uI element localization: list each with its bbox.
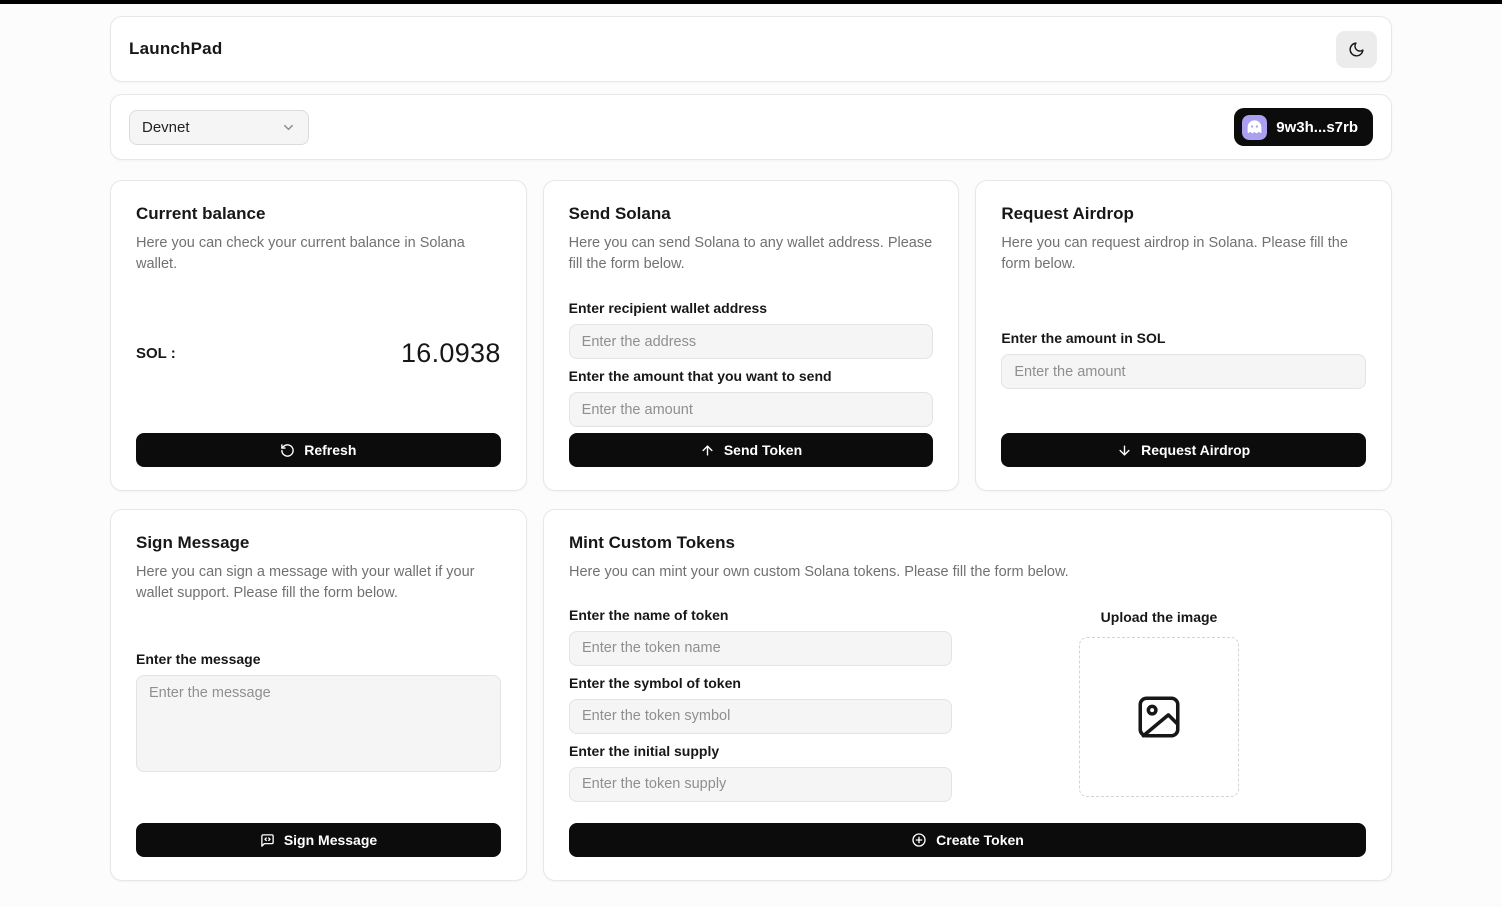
arrow-up-icon xyxy=(700,443,715,458)
sign-message-button-label: Sign Message xyxy=(284,832,377,848)
network-select-value: Devnet xyxy=(142,119,190,136)
refresh-button[interactable]: Refresh xyxy=(136,433,501,467)
upload-image-label: Upload the image xyxy=(1101,609,1218,625)
chevron-down-icon xyxy=(281,120,296,135)
send-amount-input[interactable] xyxy=(569,392,934,427)
sign-message-title: Sign Message xyxy=(136,533,501,553)
sign-message-description: Here you can sign a message with your wa… xyxy=(136,562,501,603)
mint-form-fields: Enter the name of token Enter the symbol… xyxy=(569,607,952,802)
theme-toggle-button[interactable] xyxy=(1336,31,1377,68)
plus-circle-icon xyxy=(911,832,927,848)
create-token-button[interactable]: Create Token xyxy=(569,823,1366,857)
request-airdrop-card: Request Airdrop Here you can request air… xyxy=(975,180,1392,491)
phantom-wallet-icon xyxy=(1242,115,1267,140)
send-token-button-label: Send Token xyxy=(724,442,802,458)
wallet-address: 9w3h...s7rb xyxy=(1276,119,1358,136)
recipient-address-label: Enter recipient wallet address xyxy=(569,300,934,316)
token-supply-label: Enter the initial supply xyxy=(569,743,952,759)
token-symbol-label: Enter the symbol of token xyxy=(569,675,952,691)
request-airdrop-button[interactable]: Request Airdrop xyxy=(1001,433,1366,467)
arrow-down-icon xyxy=(1117,443,1132,458)
airdrop-amount-label: Enter the amount in SOL xyxy=(1001,330,1366,346)
token-supply-input[interactable] xyxy=(569,767,952,802)
request-airdrop-title: Request Airdrop xyxy=(1001,204,1366,224)
mint-tokens-card: Mint Custom Tokens Here you can mint you… xyxy=(543,509,1392,881)
page-container: LaunchPad Devnet xyxy=(110,16,1392,881)
create-token-button-label: Create Token xyxy=(936,832,1024,848)
moon-icon xyxy=(1348,41,1365,58)
message-label: Enter the message xyxy=(136,651,501,667)
mint-tokens-description: Here you can mint your own custom Solana… xyxy=(569,562,1366,583)
sign-message-button[interactable]: Sign Message xyxy=(136,823,501,857)
mint-tokens-title: Mint Custom Tokens xyxy=(569,533,1366,553)
send-solana-title: Send Solana xyxy=(569,204,934,224)
airdrop-amount-input[interactable] xyxy=(1001,354,1366,389)
send-solana-card: Send Solana Here you can send Solana to … xyxy=(543,180,960,491)
header: LaunchPad xyxy=(110,16,1392,82)
upload-section: Upload the image xyxy=(952,607,1366,797)
token-name-input[interactable] xyxy=(569,631,952,666)
network-bar: Devnet 9w3h...s7rb xyxy=(110,94,1392,160)
balance-currency-label: SOL : xyxy=(136,345,176,362)
message-bubble-icon xyxy=(260,833,275,848)
send-amount-label: Enter the amount that you want to send xyxy=(569,368,934,384)
refresh-button-label: Refresh xyxy=(304,442,356,458)
message-textarea[interactable] xyxy=(136,675,501,772)
token-name-label: Enter the name of token xyxy=(569,607,952,623)
request-airdrop-button-label: Request Airdrop xyxy=(1141,442,1250,458)
balance-row: SOL : 16.0938 xyxy=(136,338,501,369)
current-balance-title: Current balance xyxy=(136,204,501,224)
send-solana-description: Here you can send Solana to any wallet a… xyxy=(569,233,934,274)
request-airdrop-description: Here you can request airdrop in Solana. … xyxy=(1001,233,1366,274)
refresh-icon xyxy=(280,443,295,458)
network-select[interactable]: Devnet xyxy=(129,110,309,145)
row-bottom-cards: Sign Message Here you can sign a message… xyxy=(110,509,1392,881)
image-icon xyxy=(1134,692,1184,742)
current-balance-description: Here you can check your current balance … xyxy=(136,233,501,274)
top-loading-bar xyxy=(0,0,1502,4)
send-token-button[interactable]: Send Token xyxy=(569,433,934,467)
mint-form-area: Enter the name of token Enter the symbol… xyxy=(569,607,1366,802)
wallet-button[interactable]: 9w3h...s7rb xyxy=(1234,108,1373,146)
token-symbol-input[interactable] xyxy=(569,699,952,734)
recipient-address-input[interactable] xyxy=(569,324,934,359)
row-top-cards: Current balance Here you can check your … xyxy=(110,180,1392,491)
balance-value: 16.0938 xyxy=(401,338,501,369)
sign-message-card: Sign Message Here you can sign a message… xyxy=(110,509,527,881)
image-upload-dropzone[interactable] xyxy=(1079,637,1239,797)
app-title: LaunchPad xyxy=(129,39,222,59)
current-balance-card: Current balance Here you can check your … xyxy=(110,180,527,491)
